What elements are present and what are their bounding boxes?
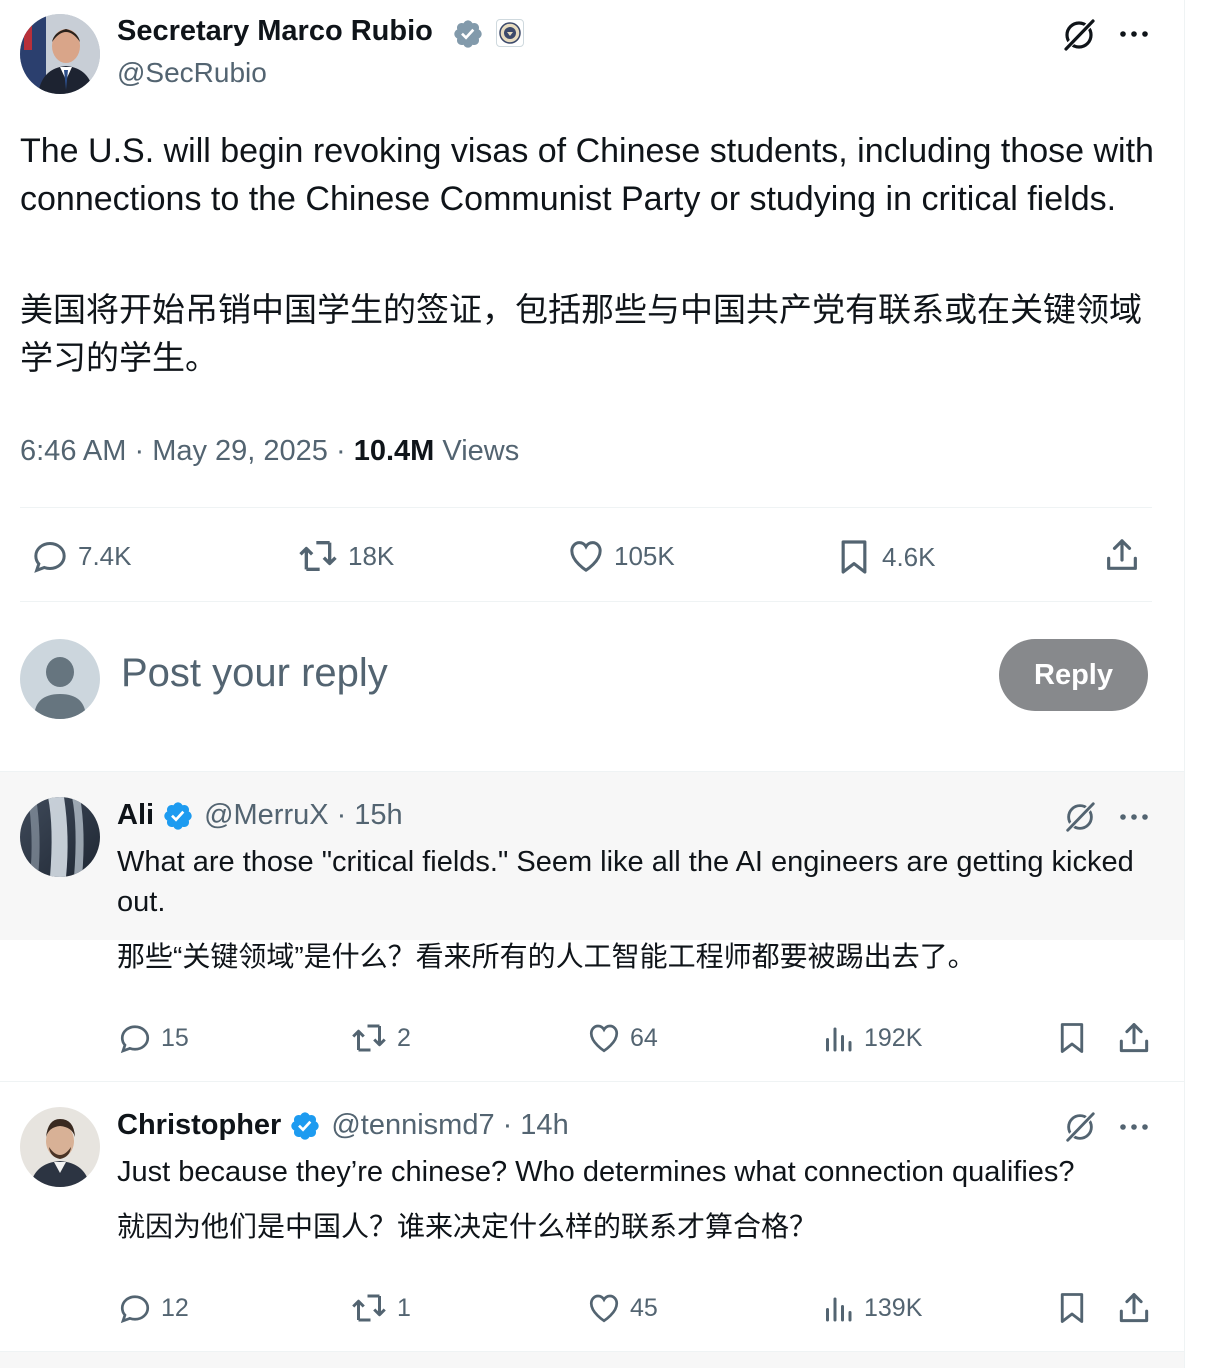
reply-views-button[interactable]: 139K [820,1290,922,1326]
reply-icon [34,541,66,573]
share-icon[interactable] [1115,1019,1153,1057]
post-text-english: The U.S. will begin revoking visas of Ch… [20,132,1154,218]
reply-author-name[interactable]: Christopher [117,1109,281,1142]
repost-count: 18K [348,540,395,571]
grok-icon[interactable] [1062,799,1098,835]
separator-dot: · [336,435,346,467]
post-date[interactable]: May 29, 2025 [152,435,328,467]
reply-handle[interactable]: @tennismd7 [331,1109,494,1142]
repost-icon [299,541,337,571]
divider [20,601,1152,602]
heart-icon [589,1294,619,1323]
reply-count: 12 [161,1293,189,1322]
reply-time[interactable]: · 14h [503,1109,569,1142]
reply-count: 7.4K [78,540,132,571]
separator-dot: · [134,435,145,467]
reply-reply-button[interactable]: 15 [117,1020,189,1056]
bookmark-icon [841,540,867,574]
like-count: 45 [630,1293,658,1322]
user-avatar[interactable] [20,639,100,719]
right-border [1184,0,1185,1368]
heart-icon [570,541,602,572]
author-handle[interactable]: @SecRubio [117,57,267,89]
divider [0,1081,1184,1082]
reply-count: 15 [161,1023,189,1052]
reply-text-english: What are those "critical fields." Seem l… [117,846,1134,918]
like-count: 64 [630,1023,658,1052]
post-timestamp: 6:46 AM · May 29, 2025 · 10.4M Views [20,435,519,468]
heart-icon [589,1024,619,1053]
next-reply-highlight [0,1352,1184,1368]
more-options-icon[interactable] [1118,807,1150,827]
bookmark-icon[interactable] [1054,1019,1090,1057]
analytics-icon [826,1297,852,1322]
reply-time[interactable]: · 15h [337,799,403,832]
reply-handle[interactable]: @MerruX [204,799,329,832]
repost-icon [352,1024,386,1052]
reply-reply-button[interactable]: 12 [117,1290,189,1326]
repost-count: 1 [397,1293,411,1322]
repost-icon [352,1294,386,1322]
reply-input[interactable]: Post your reply [121,651,388,696]
reply-views-button[interactable]: 192K [820,1020,922,1056]
reply-text-chinese: 那些“关键领域”是什么？看来所有的人工智能工程师都要被踢出去了。 [117,941,976,972]
verified-badge-icon [162,800,194,832]
views-count: 139K [864,1293,923,1322]
grok-icon[interactable] [1062,1109,1098,1145]
repost-button[interactable]: 18K [296,536,394,576]
reply-submit-button[interactable]: Reply [999,639,1148,711]
reply-text-chinese: 就因为他们是中国人？谁来决定什么样的联系才算合格？ [117,1211,818,1242]
reply-header: Ali @MerruX · 15h [117,799,403,832]
views-count: 10.4M [353,435,435,467]
reply-author-name[interactable]: Ali [117,799,154,832]
views-count: 192K [864,1023,923,1052]
share-icon[interactable] [1115,1289,1153,1327]
share-icon[interactable] [1102,535,1142,575]
bookmark-count: 4.6K [882,541,936,572]
reply-avatar[interactable] [20,797,100,877]
grok-icon[interactable] [1060,16,1098,54]
views-label: Views [442,435,520,467]
like-count: 105K [614,540,675,571]
analytics-icon [826,1027,852,1052]
post-time[interactable]: 6:46 AM [20,435,126,467]
author-avatar[interactable] [20,14,100,94]
reply-avatar[interactable] [20,1107,100,1187]
bookmark-icon[interactable] [1054,1289,1090,1327]
repost-count: 2 [397,1023,411,1052]
reply-like-button[interactable]: 45 [586,1290,658,1326]
reply-repost-button[interactable]: 1 [349,1290,411,1326]
verified-badge-icon [452,18,484,50]
like-button[interactable]: 105K [566,536,675,576]
more-options-icon[interactable] [1118,24,1150,44]
reply-header: Christopher @tennismd7 · 14h [117,1109,569,1142]
reply-icon [120,1295,150,1324]
post-text-chinese: 美国将开始吊销中国学生的签证，包括那些与中国共产党有联系或在关键领域学习的学生。 [20,291,1142,376]
author-name[interactable]: Secretary Marco Rubio [117,15,433,48]
bookmark-button[interactable]: 4.6K [834,536,936,578]
reply-repost-button[interactable]: 2 [349,1020,411,1056]
more-options-icon[interactable] [1118,1117,1150,1137]
reply-icon [120,1025,150,1054]
divider [20,507,1152,508]
government-affiliation-seal-icon[interactable] [496,19,524,47]
reply-button[interactable]: 7.4K [30,536,132,576]
verified-badge-icon [289,1110,321,1142]
reply-text-english: Just because they’re chinese? Who determ… [117,1156,1075,1188]
reply-like-button[interactable]: 64 [586,1020,658,1056]
